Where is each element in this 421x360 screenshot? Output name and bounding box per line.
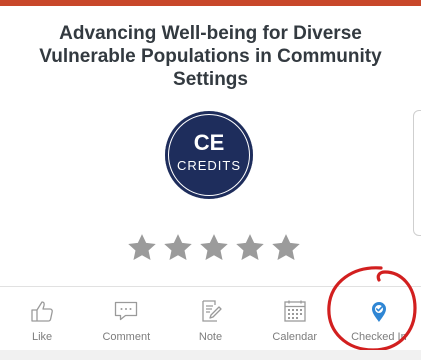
calendar-icon	[284, 300, 306, 322]
comment-icon	[115, 301, 138, 321]
note-label: Note	[198, 331, 223, 343]
top-accent-bar	[0, 0, 421, 6]
session-title: Advancing Well-being for Diverse Vulnera…	[39, 23, 382, 90]
comment-label: Comment	[102, 331, 151, 343]
note-icon	[201, 300, 222, 322]
checked-in-location-icon	[371, 302, 386, 322]
star-3-icon[interactable]	[198, 232, 230, 264]
note-button[interactable]: Note	[168, 288, 252, 350]
star-5-icon[interactable]	[270, 232, 302, 264]
bottom-strip	[0, 350, 421, 360]
like-label: Like	[32, 331, 53, 343]
star-1-icon[interactable]	[126, 232, 158, 264]
ce-credits-badge: CE CREDITS	[165, 111, 253, 199]
star-4-icon[interactable]	[234, 232, 266, 264]
calendar-button[interactable]: Calendar	[253, 288, 337, 350]
side-scroll-handle[interactable]	[413, 110, 421, 236]
thumbs-up-icon	[31, 301, 53, 322]
badge-line-credits: CREDITS	[176, 158, 242, 173]
action-bar-divider-top	[0, 286, 421, 287]
action-bar: Like Comment Note Calendar Checked In	[0, 288, 421, 350]
star-rating[interactable]	[126, 232, 302, 264]
star-2-icon[interactable]	[162, 232, 194, 264]
calendar-label: Calendar	[272, 331, 318, 343]
badge-line-ce: CE	[193, 130, 225, 155]
checked-in-button[interactable]: Checked In	[337, 288, 421, 350]
checked-in-label: Checked In	[351, 331, 407, 343]
like-button[interactable]: Like	[0, 288, 84, 350]
comment-button[interactable]: Comment	[84, 288, 168, 350]
